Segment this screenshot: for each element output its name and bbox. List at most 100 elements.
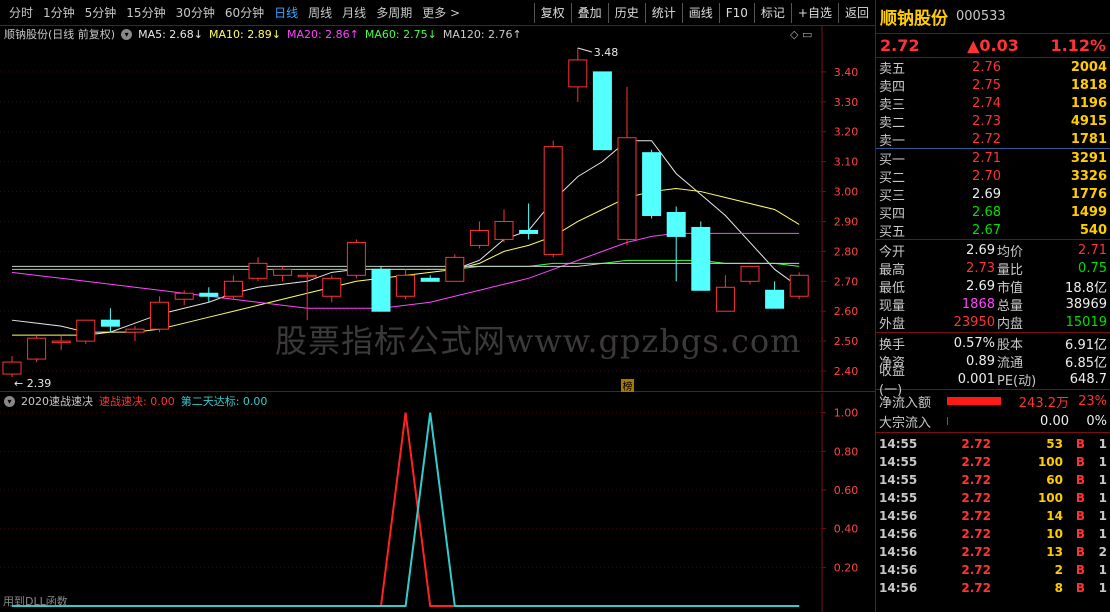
trade-time: 14:55 xyxy=(879,455,918,469)
high-label: 3.48 xyxy=(594,46,619,59)
period-tab[interactable]: 1分钟 xyxy=(38,0,80,26)
stat-key: 最高 xyxy=(879,262,906,278)
level-price: 2.69 xyxy=(972,186,1001,202)
candle-body xyxy=(519,229,539,234)
stat-key: 均价 xyxy=(997,244,1024,260)
level-label: 买五 xyxy=(879,224,906,240)
ma-label: MA5: 2.68↓ xyxy=(138,27,204,41)
settings-icon[interactable]: ▾ xyxy=(4,395,15,407)
candle-body xyxy=(76,319,96,342)
candle-body xyxy=(2,361,22,375)
candle-body xyxy=(27,337,47,360)
level-price: 2.75 xyxy=(972,77,1001,93)
level-volume: 1781 xyxy=(1070,131,1107,147)
stock-name: 顺钠股份 xyxy=(880,9,948,29)
order-level: 卖二 2.73 4915 xyxy=(876,112,1110,131)
flow-bar-track xyxy=(947,417,1007,425)
period-tab[interactable]: 更多 > xyxy=(417,0,465,26)
toolbar-button[interactable]: 历史 xyxy=(607,2,645,23)
indicator-line xyxy=(12,412,800,607)
period-tab[interactable]: 周线 xyxy=(303,0,337,26)
trade-direction: B xyxy=(1075,545,1085,559)
trade-count: 1 xyxy=(1098,509,1107,523)
stock-code: 000533 xyxy=(956,9,1006,24)
stat-key: PE(动) xyxy=(997,373,1037,389)
period-tab[interactable]: 5分钟 xyxy=(80,0,122,26)
level-label: 卖四 xyxy=(879,79,906,95)
trade-direction: B xyxy=(1075,455,1085,469)
chart-corner-icons[interactable]: ◇ ▭ xyxy=(790,28,812,41)
toolbar-button[interactable]: 叠加 xyxy=(570,2,608,23)
toolbar-button[interactable]: 画线 xyxy=(681,2,719,23)
toolbar-button[interactable]: +自选 xyxy=(790,2,838,23)
level-label: 买一 xyxy=(879,152,906,168)
main-chart[interactable]: 3.40 3.30 3.20 3.10 3.00 2.90 2.80 2.70 2.60 2.50… xyxy=(0,26,875,392)
period-tab[interactable]: 15分钟 xyxy=(121,0,170,26)
order-level: 买三 2.69 1776 xyxy=(876,185,1110,204)
level-price: 2.73 xyxy=(972,113,1001,129)
ma-label: MA60: 2.75↓ xyxy=(364,27,437,41)
indicator-tick-label: 1.00 xyxy=(834,407,859,420)
price-tick-label: 2.60 xyxy=(834,305,859,318)
indicator-legend: ▾ 2020速战速决 速战速决: 0.00 第二天达标: 0.00 xyxy=(4,393,273,409)
level-label: 买四 xyxy=(879,206,906,222)
period-tab[interactable]: 月线 xyxy=(337,0,371,26)
order-level: 卖四 2.75 1818 xyxy=(876,76,1110,95)
candle-body xyxy=(125,328,145,333)
period-tab[interactable]: 30分钟 xyxy=(171,0,220,26)
quote-panel: 顺钠股份 000533 2.72 ▲0.03 1.12% 卖五 2.76 2004 卖… xyxy=(875,0,1110,612)
indicator-chart[interactable]: 1.00 0.80 0.60 0.40 0.20 ▾ 2020速战速决 速战速决: 0.… xyxy=(0,393,875,612)
indicator-chart-svg[interactable]: 1.00 0.80 0.60 0.40 0.20 xyxy=(0,393,875,612)
settings-icon[interactable]: ▾ xyxy=(121,28,133,40)
trade-volume: 60 xyxy=(1046,473,1063,487)
period-tab[interactable]: 分时 xyxy=(4,0,38,26)
indicator-line xyxy=(12,412,800,607)
level-volume: 4915 xyxy=(1070,113,1107,129)
period-tab[interactable]: 多周期 xyxy=(371,0,417,26)
stat-row: 收益(一) 0.001 PE(动) 648.7 xyxy=(876,364,1110,398)
trade-volume: 53 xyxy=(1046,437,1063,451)
price-tick-label: 3.40 xyxy=(834,66,859,79)
level-label: 卖二 xyxy=(879,115,906,131)
candle-body xyxy=(248,262,268,279)
trade-row: 14:56 2.72 2 B 1 xyxy=(876,561,1110,579)
trade-volume: 10 xyxy=(1046,527,1063,541)
trade-count: 1 xyxy=(1098,563,1107,577)
toolbar-button[interactable]: 返回 xyxy=(837,2,875,23)
trade-row: 14:56 2.72 14 B 1 xyxy=(876,507,1110,525)
toolbar: 分时 1分钟 5分钟 15分钟 30分钟 60分钟 日线 周线 月线 多周期 更多 > 复权 叠加 历史… xyxy=(0,0,875,26)
tick-trades: 14:55 2.72 53 B 1 14:55 2.72 100 B 1 14:55 2.72 60 B 1… xyxy=(876,433,1110,597)
trade-time: 14:56 xyxy=(879,563,918,577)
trade-row: 14:55 2.72 100 B 1 xyxy=(876,453,1110,471)
level-price: 2.71 xyxy=(972,150,1001,166)
candle-body xyxy=(273,268,293,276)
candle-body xyxy=(666,211,686,237)
chart-title: 顺钠股份(日线 前复权) xyxy=(4,28,116,41)
price-tick-label: 2.70 xyxy=(834,275,859,288)
toolbar-button[interactable]: 复权 xyxy=(533,2,571,23)
level-label: 卖三 xyxy=(879,97,906,113)
level-volume: 3326 xyxy=(1070,168,1107,184)
indicator-name[interactable]: 2020速战速决 xyxy=(21,393,93,409)
pct-change: 1.12% xyxy=(1050,36,1106,55)
period-tab[interactable]: 60分钟 xyxy=(220,0,269,26)
trade-count: 1 xyxy=(1098,473,1107,487)
toolbar-button[interactable]: 统计 xyxy=(644,2,682,23)
trade-price: 2.72 xyxy=(961,527,991,541)
period-tab[interactable]: 日线 xyxy=(269,0,303,26)
trade-count: 1 xyxy=(1098,581,1107,595)
ma-label: MA20: 2.86↑ xyxy=(286,27,359,41)
stat-key: 流通 xyxy=(997,355,1024,371)
toolbar-button[interactable]: F10 xyxy=(718,2,754,23)
candle-body xyxy=(100,319,120,327)
flow-row: 净流入额 243.2万 23% xyxy=(876,391,1110,411)
stock-header: 顺钠股份 000533 xyxy=(876,0,1110,34)
flow-row: 大宗流入 0.00 0% xyxy=(876,411,1110,431)
price-tick-label: 3.00 xyxy=(834,186,859,199)
trade-price: 2.72 xyxy=(961,563,991,577)
ask-levels: 卖五 2.76 2004 卖四 2.75 1818 卖三 2.74 1196 卖二 2.73 4915… xyxy=(876,58,1110,149)
toolbar-button[interactable]: 标记 xyxy=(753,2,791,23)
stat-value: 6.85亿 xyxy=(1065,355,1107,371)
trade-row: 14:56 2.72 13 B 2 xyxy=(876,543,1110,561)
trade-price: 2.72 xyxy=(961,491,991,505)
